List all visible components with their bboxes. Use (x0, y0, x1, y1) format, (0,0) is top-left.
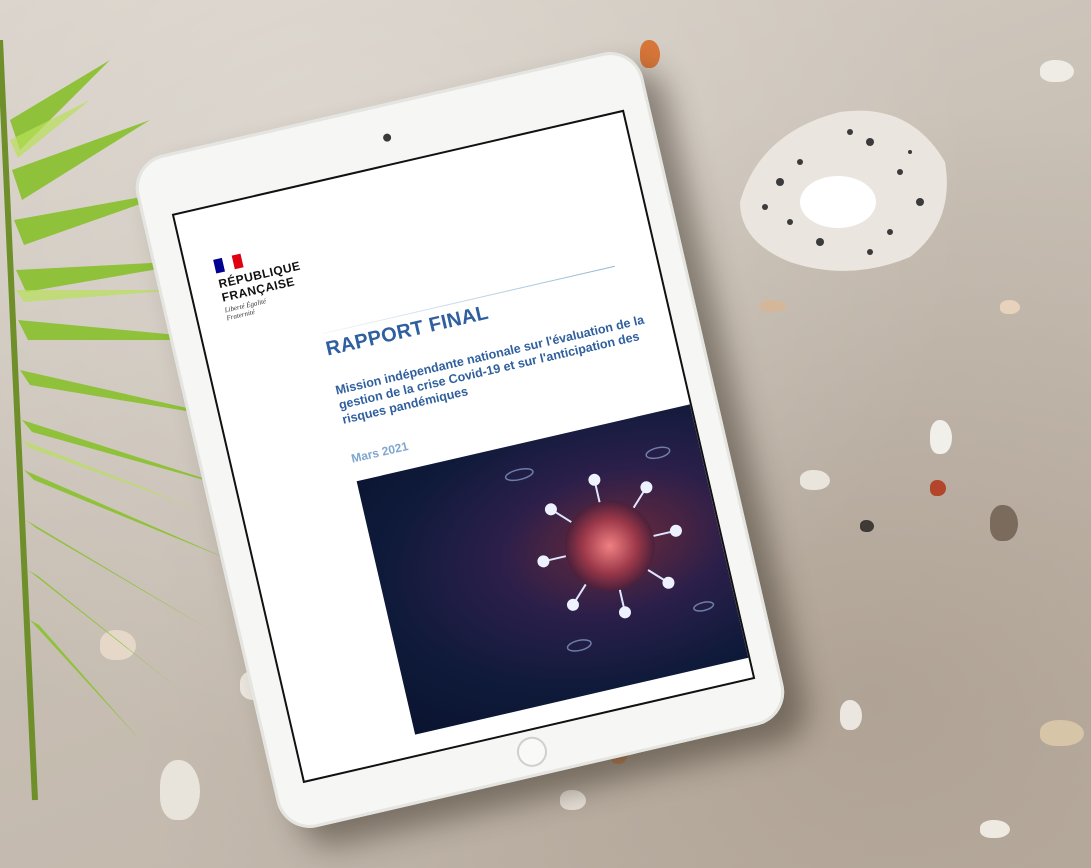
home-button[interactable] (513, 733, 550, 770)
report-date: Mars 2021 (349, 439, 410, 466)
camera-icon (382, 132, 392, 143)
flag-icon (213, 253, 244, 274)
cover-image (356, 404, 749, 735)
tablet-screen: RÉPUBLIQUE FRANÇAISE Liberté Égalité Fra… (171, 109, 756, 784)
beach-scene: RÉPUBLIQUE FRANÇAISE Liberté Égalité Fra… (0, 0, 1091, 868)
virus-icon (504, 446, 715, 652)
seashell-icon (740, 110, 947, 271)
